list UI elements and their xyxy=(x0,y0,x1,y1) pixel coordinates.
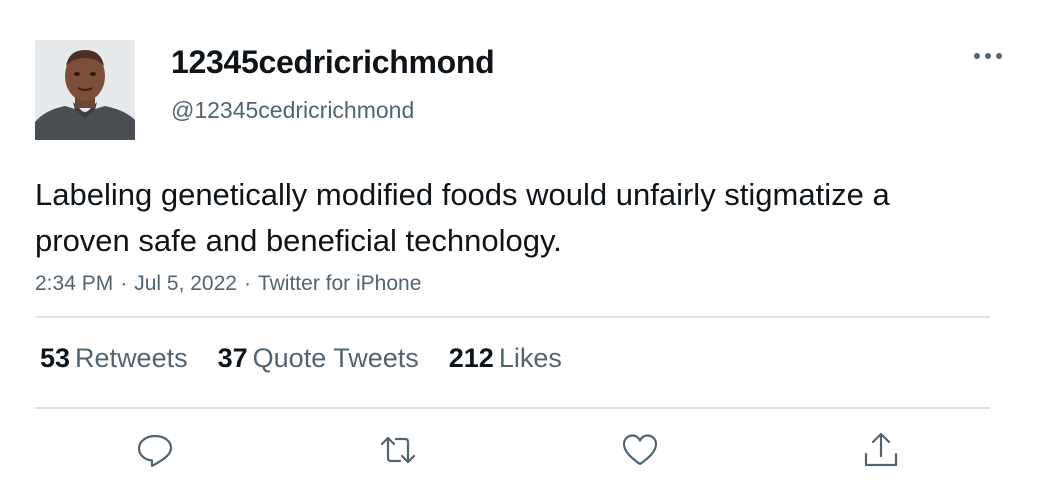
more-options-icon[interactable] xyxy=(970,42,1006,70)
share-icon[interactable] xyxy=(861,430,901,470)
likes-count: 212 xyxy=(448,343,494,373)
tweet-meta: 2:34 PM · Jul 5, 2022 · Twitter for iPhone xyxy=(35,272,421,296)
quotes-count: 37 xyxy=(217,343,248,373)
tweet-card: 12345cedricrichmond @12345cedricrichmond… xyxy=(0,0,1050,480)
avatar[interactable] xyxy=(35,40,135,140)
meta-separator: · xyxy=(120,272,128,295)
retweets-count: 53 xyxy=(40,343,71,373)
quotes-label: Quote Tweets xyxy=(252,343,419,373)
retweet-icon[interactable] xyxy=(378,430,418,470)
retweets-label: Retweets xyxy=(75,343,188,373)
action-bar xyxy=(0,430,1050,470)
user-handle[interactable]: @12345cedricrichmond xyxy=(171,97,414,124)
likes-label: Likes xyxy=(498,343,562,373)
divider xyxy=(35,407,990,409)
tweet-source[interactable]: Twitter for iPhone xyxy=(258,272,421,295)
like-icon[interactable] xyxy=(620,430,660,470)
tweet-text: Labeling genetically modified foods woul… xyxy=(35,177,890,258)
tweet-stats: 53 Retweets 37 Quote Tweets 212 Likes xyxy=(40,343,592,374)
meta-separator: · xyxy=(243,272,251,295)
display-name[interactable]: 12345cedricrichmond xyxy=(171,44,495,81)
quote-tweets-stat[interactable]: 37 Quote Tweets xyxy=(218,343,419,374)
profile-photo-icon xyxy=(35,40,135,140)
reply-icon[interactable] xyxy=(135,430,175,470)
retweets-stat[interactable]: 53 Retweets xyxy=(40,343,188,374)
divider xyxy=(35,316,990,318)
tweet-date[interactable]: Jul 5, 2022 xyxy=(134,272,237,295)
likes-stat[interactable]: 212 Likes xyxy=(449,343,562,374)
tweet-time[interactable]: 2:34 PM xyxy=(35,272,113,295)
